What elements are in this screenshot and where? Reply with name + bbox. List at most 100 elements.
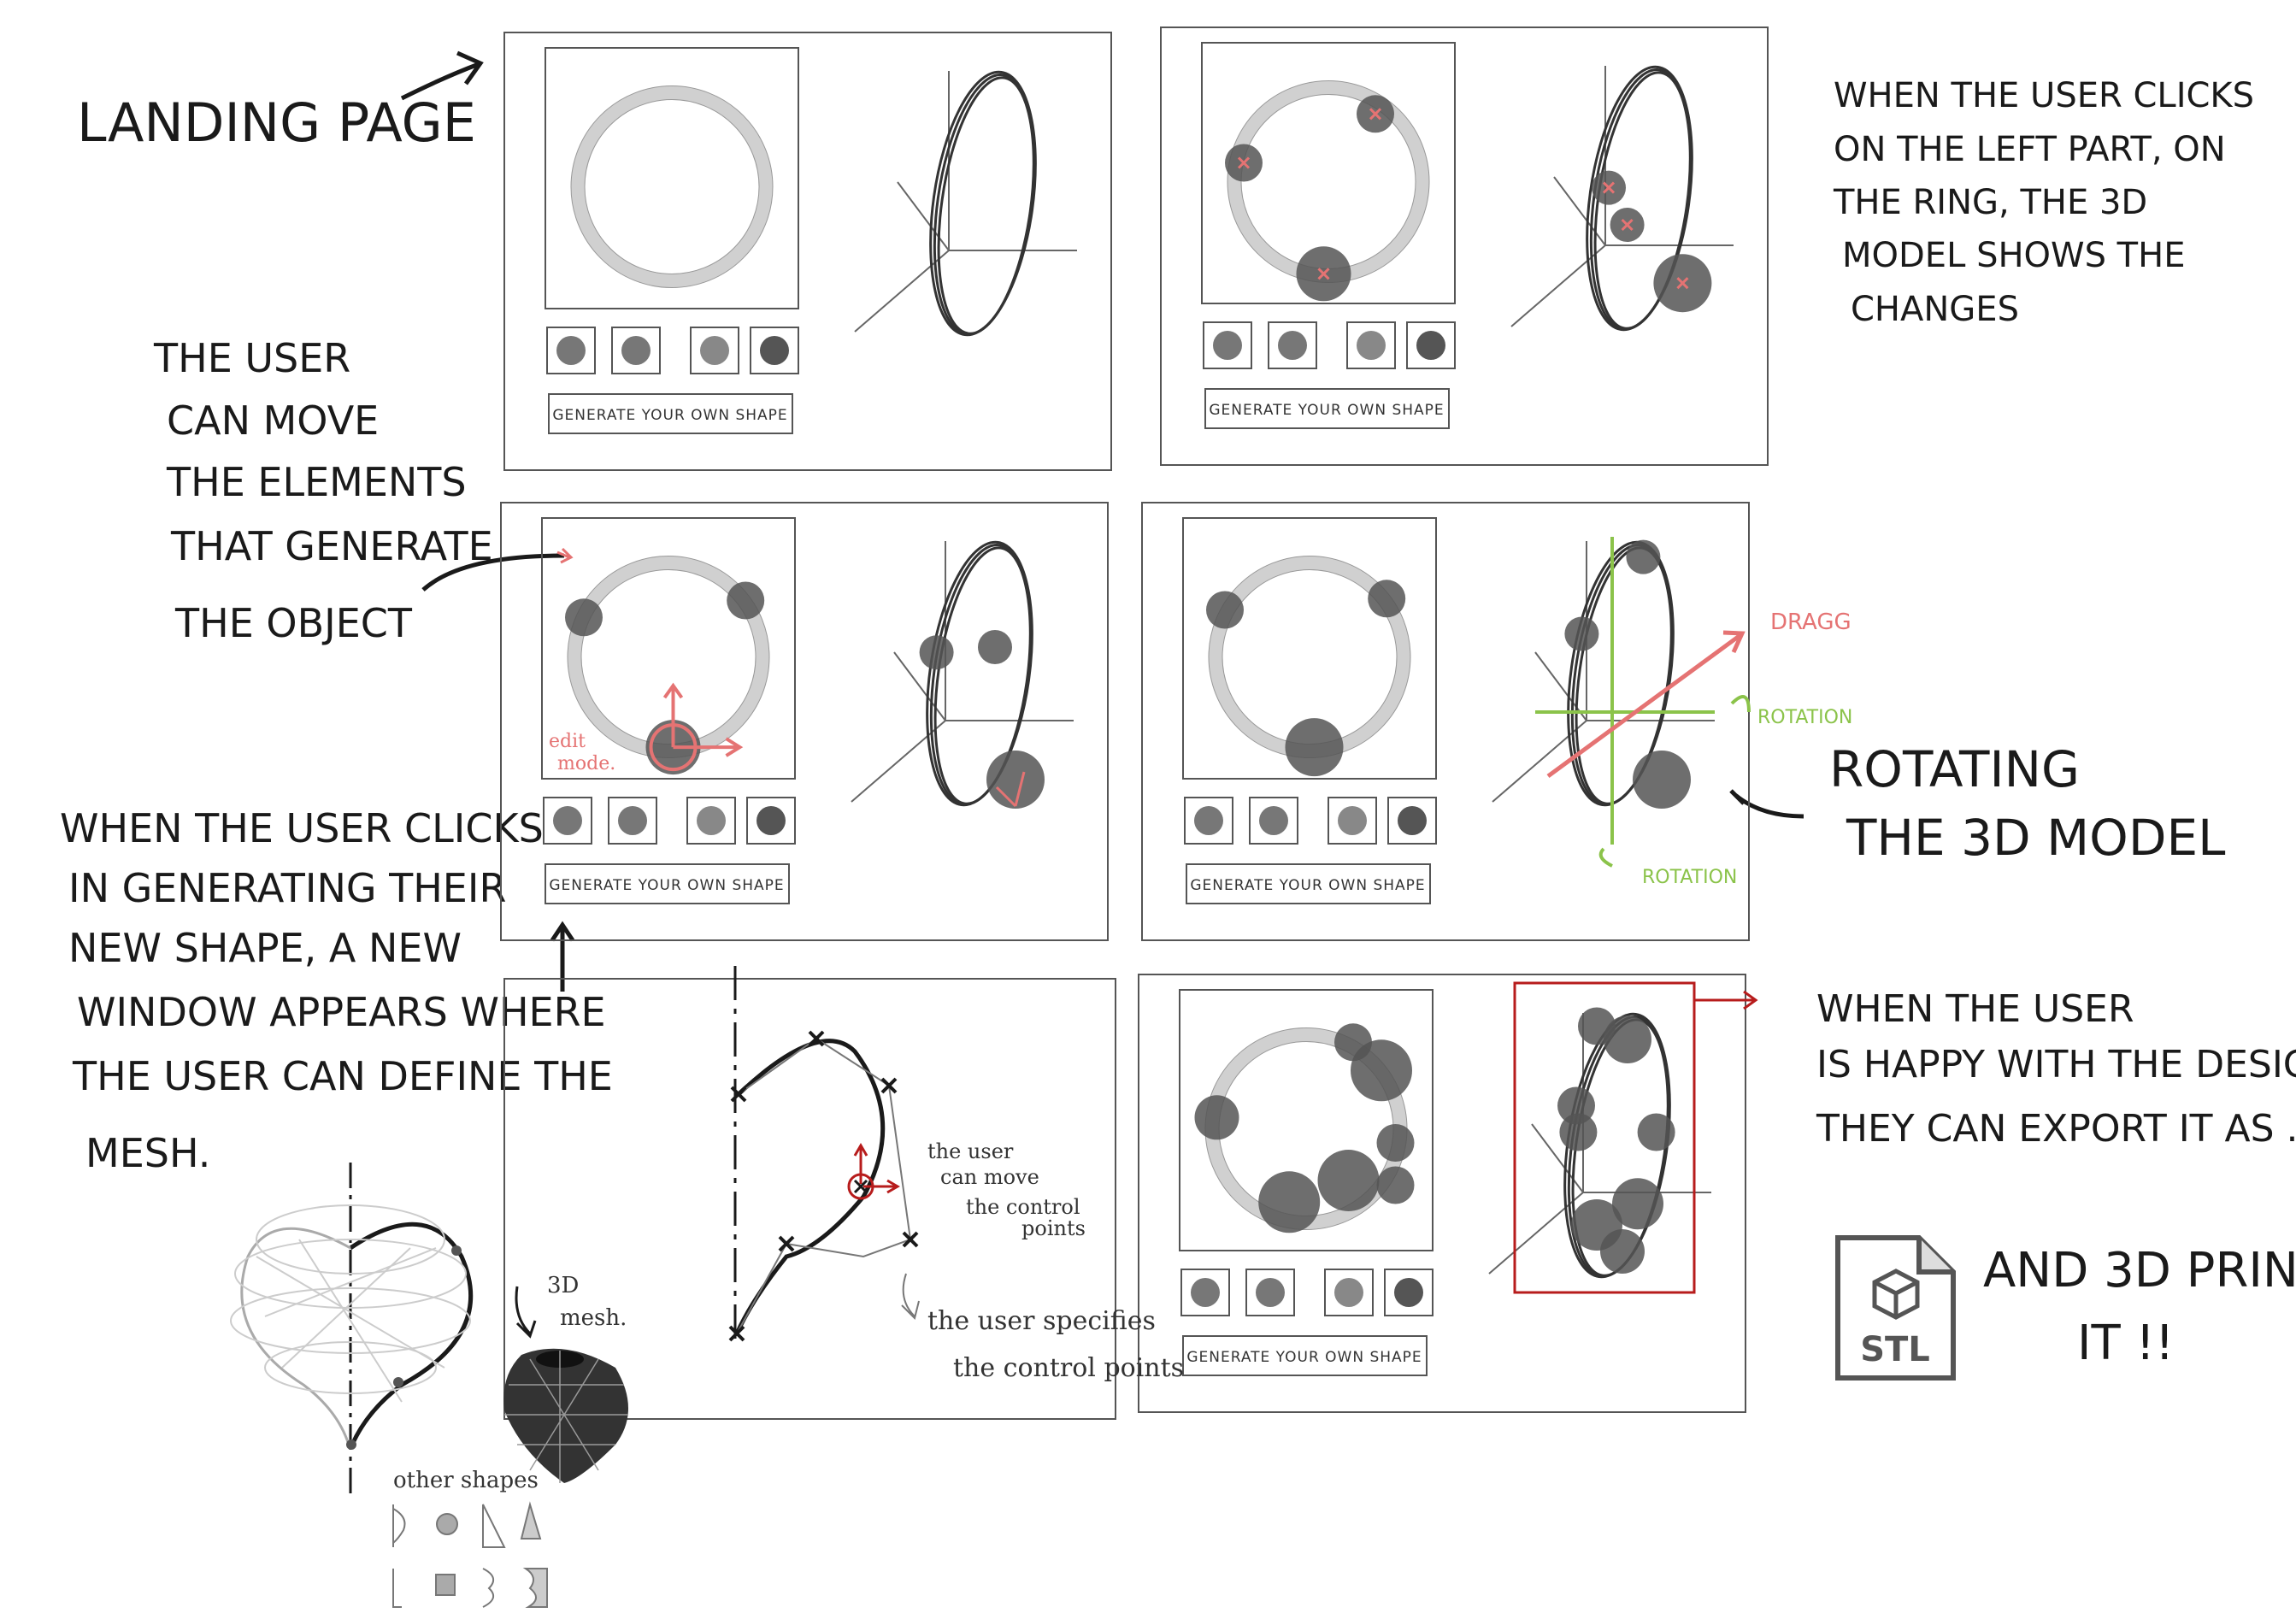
ring-node[interactable] [1194, 1095, 1239, 1140]
rotation-axes[interactable] [1535, 537, 1715, 845]
3d-axes [854, 71, 1077, 333]
note-line: THE RING, THE 3D [1833, 183, 2147, 222]
note-line: the user specifies [927, 1306, 1156, 1336]
ring-node[interactable] [565, 598, 603, 637]
stl-label: STL [1860, 1330, 1930, 1369]
shape-thumbnail-icon [1338, 806, 1367, 835]
generate-shape-button[interactable]: GENERATE YOUR OWN SHAPE [545, 863, 790, 904]
ring-node[interactable] [1368, 580, 1406, 618]
3d-ring-model[interactable] [924, 72, 1048, 340]
3d-axes [851, 541, 1074, 803]
3d-node[interactable] [1600, 1229, 1645, 1274]
note-line: THE 3D MODEL [1846, 809, 2225, 867]
note-line: THE USER [153, 335, 350, 381]
shape-thumbnail-icon [1213, 331, 1242, 360]
3d-node[interactable] [978, 630, 1012, 664]
note-line: AND 3D PRINT [1983, 1243, 2296, 1298]
3d-node[interactable] [1637, 1113, 1675, 1151]
note-line: ROTATING [1829, 740, 2080, 798]
note-line: MODEL SHOWS THE [1842, 236, 2185, 275]
note-line: CAN MOVE [167, 397, 379, 444]
ring-node[interactable] [1317, 1150, 1380, 1211]
generate-shape-label: GENERATE YOUR OWN SHAPE [1190, 877, 1425, 894]
ring-node[interactable] [1351, 1039, 1412, 1102]
note-line: THE USER CAN DEFINE THE [72, 1053, 613, 1099]
generating-note: WHEN THE USER CLICKS IN GENERATING THEIR… [60, 805, 613, 1176]
note-line: ON THE LEFT PART, ON [1834, 130, 2226, 169]
shape-thumbnail-icon [556, 336, 586, 365]
3d-node[interactable] [1626, 539, 1661, 574]
stl-file-icon: STL [1835, 1235, 1956, 1381]
ring-click-panel: GENERATE YOUR OWN SHAPE [1160, 26, 1769, 466]
ring-node[interactable] [1206, 591, 1244, 629]
generate-shape-label: GENERATE YOUR OWN SHAPE [1186, 1349, 1422, 1366]
note-line: WHEN THE USER CLICKS [60, 805, 544, 851]
generate-shape-button[interactable]: GENERATE YOUR OWN SHAPE [1204, 388, 1450, 429]
note-line: mesh. [560, 1305, 627, 1331]
shape-thumbnail-icon [1278, 331, 1307, 360]
note-line: the control [966, 1195, 1080, 1219]
note-line: can move [940, 1165, 1039, 1189]
note-line: CHANGES [1851, 290, 2019, 329]
shape-thumbnail-icon [760, 336, 789, 365]
shape-thumbnail-icon [1194, 806, 1223, 835]
edit-mode-label: edit [549, 731, 586, 752]
user-clicks-ring-note: WHEN THE USER CLICKS ON THE LEFT PART, O… [1833, 76, 2254, 329]
note-line: the control points [953, 1353, 1184, 1383]
note-line: IS HAPPY WITH THE DESIGN, [1816, 1043, 2296, 1086]
rotating-note: ROTATING THE 3D MODEL [1729, 740, 2225, 867]
shape-thumbnail-icon [757, 806, 786, 835]
note-line: IT !! [2077, 1316, 2174, 1371]
export-arrow [1694, 990, 1758, 1010]
note-line: THE OBJECT [174, 600, 413, 646]
3d-node[interactable] [1604, 1016, 1651, 1063]
ring-node[interactable] [1376, 1166, 1415, 1204]
note-line: IN GENERATING THEIR [68, 865, 506, 911]
other-shapes-label: other shapes [393, 1468, 539, 1493]
shape-thumbnail-icon [618, 806, 647, 835]
3d-node[interactable] [986, 751, 1045, 809]
note-line: WHEN THE USER CLICKS [1834, 76, 2254, 115]
generate-shape-label: GENERATE YOUR OWN SHAPE [1209, 402, 1444, 419]
storyboard-canvas: LANDING PAGE WHEN THE USER CLICKS ON THE… [60, 26, 2296, 1608]
shape-thumbnail-icon [1256, 1278, 1285, 1307]
shape-thumbnail-icon [1259, 806, 1288, 835]
edit-mode-panel: GENERATE YOUR OWN SHAPE editmode. [500, 502, 1109, 941]
3d-node[interactable] [1564, 616, 1599, 651]
generate-shape-button[interactable]: GENERATE YOUR OWN SHAPE [548, 393, 793, 434]
ring-node[interactable] [1258, 1171, 1321, 1233]
ring-node[interactable] [1285, 718, 1344, 777]
generate-shape-label: GENERATE YOUR OWN SHAPE [549, 877, 784, 894]
mesh-sketch [230, 1163, 474, 1496]
ring-node[interactable] [1376, 1124, 1415, 1162]
landing-panel: GENERATE YOUR OWN SHAPE [503, 32, 1112, 471]
generate-shape-button[interactable]: GENERATE YOUR OWN SHAPE [1182, 1335, 1428, 1376]
3d-node[interactable] [1633, 751, 1691, 809]
rotation-label: ROTATION [1642, 867, 1737, 888]
drag-label: DRAGG [1770, 609, 1852, 635]
generate-arrow [550, 921, 575, 992]
shape-thumbnail-icon [1394, 1278, 1423, 1307]
3d-node[interactable] [919, 635, 954, 670]
note-line: THAT GENERATE [170, 523, 493, 569]
shape-thumbnail-icon [1357, 331, 1386, 360]
rotate-panel: GENERATE YOUR OWN SHAPE DRAGG ROTATION ROTA… [1141, 502, 1852, 941]
shape-thumbnail-icon [621, 336, 651, 365]
note-line: 3D [547, 1273, 579, 1298]
generate-shape-button[interactable]: GENERATE YOUR OWN SHAPE [1186, 863, 1431, 904]
landing-page-label: LANDING PAGE [77, 91, 476, 154]
shape-thumbnail-icon [700, 336, 729, 365]
edit-mode-label: mode. [557, 753, 615, 774]
rotating-arrow [1729, 789, 1804, 819]
export-note: WHEN THE USER IS HAPPY WITH THE DESIGN, … [1816, 987, 2296, 1151]
shape-thumbnail-icon [553, 806, 582, 835]
generate-shape-label: GENERATE YOUR OWN SHAPE [552, 407, 787, 424]
mesh-3d-icon [503, 1348, 628, 1483]
ring-node[interactable] [727, 581, 765, 620]
note-line: MESH. [85, 1130, 210, 1176]
landing-page-note: LANDING PAGE [77, 50, 484, 154]
shape-thumbnail-icon [1416, 331, 1445, 360]
3d-node[interactable] [1559, 1113, 1598, 1151]
other-shapes: other shapes [392, 1468, 548, 1608]
ring[interactable] [571, 85, 773, 288]
